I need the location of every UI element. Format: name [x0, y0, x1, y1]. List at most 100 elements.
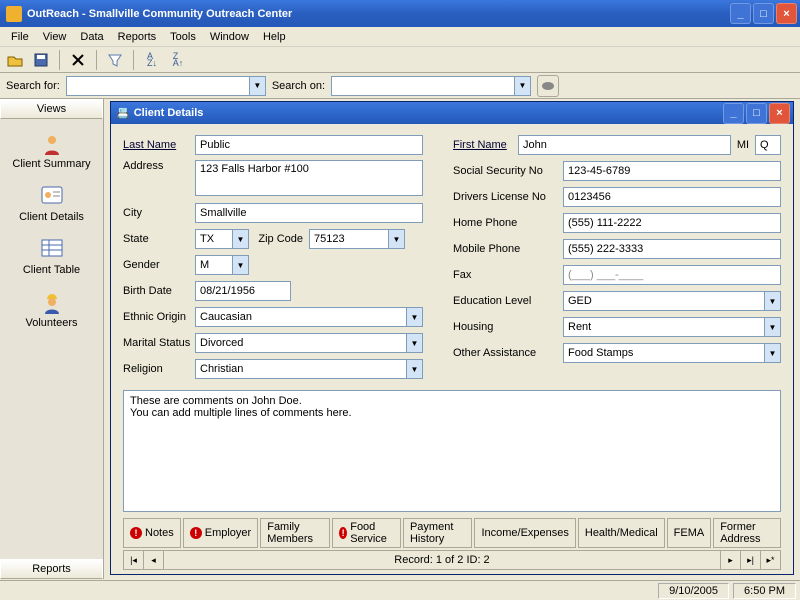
state-combo[interactable]: TX▼: [195, 229, 249, 249]
search-for-combo[interactable]: ▼: [66, 76, 266, 96]
chevron-down-icon[interactable]: ▼: [764, 292, 780, 310]
maximize-button[interactable]: □: [753, 3, 774, 24]
table-icon: [41, 239, 63, 261]
comments-textarea[interactable]: These are comments on John Doe. You can …: [123, 390, 781, 512]
sidebar-item-client-table[interactable]: Client Table: [7, 235, 97, 286]
save-icon[interactable]: [30, 49, 52, 71]
fax-input[interactable]: (___) ___-____: [563, 265, 781, 285]
menu-file[interactable]: File: [4, 29, 36, 45]
mdi-titlebar: 📇 Client Details _ □ ×: [111, 102, 793, 124]
housing-label: Housing: [453, 321, 563, 333]
sidebar-reports-header[interactable]: Reports: [0, 559, 103, 579]
open-icon[interactable]: [4, 49, 26, 71]
search-for-label: Search for:: [6, 80, 60, 92]
chevron-down-icon[interactable]: ▼: [388, 230, 404, 248]
alert-icon: !: [190, 527, 202, 539]
edu-combo[interactable]: GED▼: [563, 291, 781, 311]
close-button[interactable]: ×: [776, 3, 797, 24]
tab-payment[interactable]: Payment History: [403, 518, 472, 548]
dl-input[interactable]: 0123456: [563, 187, 781, 207]
marital-combo[interactable]: Divorced▼: [195, 333, 423, 353]
sidebar-item-client-summary[interactable]: Client Summary: [7, 129, 97, 180]
window-title: OutReach - Smallville Community Outreach…: [27, 8, 292, 20]
marital-label: Marital Status: [123, 337, 195, 349]
chevron-down-icon[interactable]: ▼: [514, 77, 530, 95]
mdi-maximize-button[interactable]: □: [746, 103, 767, 124]
chevron-down-icon[interactable]: ▼: [232, 256, 248, 274]
city-input[interactable]: Smallville: [195, 203, 423, 223]
chevron-down-icon[interactable]: ▼: [406, 360, 422, 378]
first-name-label[interactable]: First Name: [453, 139, 518, 151]
chevron-down-icon[interactable]: ▼: [406, 334, 422, 352]
zip-combo[interactable]: 75123▼: [309, 229, 405, 249]
nav-prev-button[interactable]: ◂: [144, 551, 164, 569]
sidebar-item-client-details[interactable]: Client Details: [7, 182, 97, 233]
separator: [59, 50, 60, 70]
fax-label: Fax: [453, 269, 563, 281]
menu-data[interactable]: Data: [73, 29, 110, 45]
search-go-button[interactable]: [537, 75, 559, 97]
city-label: City: [123, 207, 195, 219]
nav-last-button[interactable]: ▸|: [740, 551, 760, 569]
record-position: Record: 1 of 2 ID: 2: [164, 551, 720, 569]
tab-employer[interactable]: !Employer: [183, 518, 258, 548]
mi-input[interactable]: Q: [755, 135, 781, 155]
chevron-down-icon[interactable]: ▼: [232, 230, 248, 248]
sidebar-views-header[interactable]: Views: [0, 99, 103, 119]
zip-label: Zip Code: [249, 233, 309, 245]
tab-former[interactable]: Former Address: [713, 518, 781, 548]
sort-asc-icon[interactable]: AZ↓: [141, 49, 163, 71]
filter-icon[interactable]: [104, 49, 126, 71]
tab-notes[interactable]: !Notes: [123, 518, 181, 548]
person-icon: [41, 133, 63, 155]
assist-combo[interactable]: Food Stamps▼: [563, 343, 781, 363]
address-label: Address: [123, 160, 195, 172]
tab-income[interactable]: Income/Expenses: [474, 518, 575, 548]
address-input[interactable]: 123 Falls Harbor #100: [195, 160, 423, 196]
assist-label: Other Assistance: [453, 347, 563, 359]
sort-desc-icon[interactable]: ZA↑: [167, 49, 189, 71]
last-name-input[interactable]: Public: [195, 135, 423, 155]
chevron-down-icon[interactable]: ▼: [249, 77, 265, 95]
religion-combo[interactable]: Christian▼: [195, 359, 423, 379]
worker-icon: [41, 292, 63, 314]
menu-reports[interactable]: Reports: [111, 29, 164, 45]
form-icon: 📇: [116, 107, 130, 120]
dl-label: Drivers License No: [453, 191, 563, 203]
edu-label: Education Level: [453, 295, 563, 307]
ethnic-combo[interactable]: Caucasian▼: [195, 307, 423, 327]
tab-family[interactable]: Family Members: [260, 518, 330, 548]
menu-help[interactable]: Help: [256, 29, 293, 45]
sidebar-item-label: Client Details: [19, 211, 84, 223]
sidebar-item-label: Client Table: [23, 264, 80, 276]
birth-input[interactable]: 08/21/1956: [195, 281, 291, 301]
sidebar-item-volunteers[interactable]: Volunteers: [7, 288, 97, 339]
chevron-down-icon[interactable]: ▼: [406, 308, 422, 326]
search-on-label: Search on:: [272, 80, 325, 92]
mobile-phone-input[interactable]: (555) 222-3333: [563, 239, 781, 259]
status-date: 9/10/2005: [658, 583, 729, 599]
tab-fema[interactable]: FEMA: [667, 518, 712, 548]
menu-window[interactable]: Window: [203, 29, 256, 45]
gender-combo[interactable]: M▼: [195, 255, 249, 275]
search-on-combo[interactable]: ▼: [331, 76, 531, 96]
menu-tools[interactable]: Tools: [163, 29, 203, 45]
housing-combo[interactable]: Rent▼: [563, 317, 781, 337]
record-navigator: |◂ ◂ Record: 1 of 2 ID: 2 ▸ ▸| ▸*: [123, 550, 781, 570]
ssn-input[interactable]: 123-45-6789: [563, 161, 781, 181]
chevron-down-icon[interactable]: ▼: [764, 344, 780, 362]
delete-icon[interactable]: [67, 49, 89, 71]
first-name-input[interactable]: John: [518, 135, 731, 155]
tab-food[interactable]: !Food Service: [332, 518, 401, 548]
mdi-minimize-button[interactable]: _: [723, 103, 744, 124]
chevron-down-icon[interactable]: ▼: [764, 318, 780, 336]
nav-first-button[interactable]: |◂: [124, 551, 144, 569]
home-phone-input[interactable]: (555) 111-2222: [563, 213, 781, 233]
tab-health[interactable]: Health/Medical: [578, 518, 665, 548]
last-name-label[interactable]: Last Name: [123, 139, 195, 151]
nav-new-button[interactable]: ▸*: [760, 551, 780, 569]
mdi-close-button[interactable]: ×: [769, 103, 790, 124]
menu-view[interactable]: View: [36, 29, 74, 45]
nav-next-button[interactable]: ▸: [720, 551, 740, 569]
minimize-button[interactable]: _: [730, 3, 751, 24]
